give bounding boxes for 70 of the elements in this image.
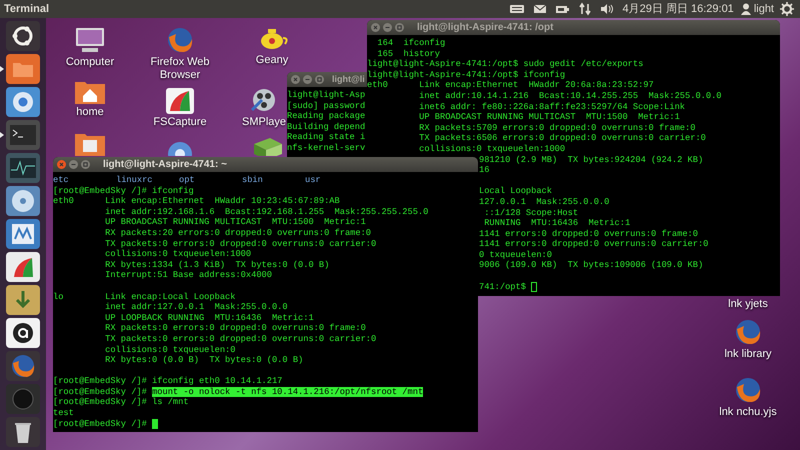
terminal-line: 165 history bbox=[376, 48, 440, 60]
icon-label[interactable]: FSCapture bbox=[153, 116, 207, 129]
file-name: etc bbox=[53, 175, 70, 186]
terminal-line: UP BROADCAST RUNNING MULTICAST MTU:1500 Metric:1 bbox=[104, 217, 366, 228]
terminal-line: [root@EmbedSky /]# ifconfig eth0 10.14.1.217 bbox=[53, 376, 282, 387]
terminal-line: 1141 errors:0 dropped:0 overruns:0 carrier:0 bbox=[479, 239, 708, 250]
terminal-line: [root@EmbedSky /]# ifconfig bbox=[53, 186, 194, 196]
clock-text[interactable]: 4月29日 周日 16:29:01 bbox=[622, 0, 734, 18]
terminal-line: collisions:0 txqueuelen:1000 bbox=[418, 144, 566, 155]
terminal-line: 0 txqueuelen:0 bbox=[479, 250, 552, 260]
file-name: sbin bbox=[242, 175, 264, 186]
terminal-line: TX packets:0 errors:0 dropped:0 overruns:0 carrier:0 bbox=[104, 238, 376, 250]
command-text: mount -o nolock -t nfs 10.14.1.216:/opt/nfsroot /mnt bbox=[152, 386, 424, 398]
terminal-line: light@light-Aspire-4741:/opt$ sudo gedit /etc/exports bbox=[367, 59, 644, 70]
file-name: linuxrc bbox=[116, 175, 154, 186]
terminal-line: 981210 (2.9 MB) TX bytes:924204 (924.2 KB) bbox=[479, 154, 704, 166]
icon-label[interactable]: Computer bbox=[66, 56, 114, 69]
terminal-line: ::1/128 Scope:Host bbox=[483, 208, 578, 218]
terminal-line: TX packets:6506 errors:0 dropped:0 overruns:0 carrier:0 bbox=[418, 133, 706, 144]
terminal-line: inet addr:10.14.1.216 Bcast:10.14.255.255 Mask:255.0.0.0 bbox=[418, 90, 722, 102]
terminal-line: [root@EmbedSky /]# ls /mnt bbox=[53, 397, 189, 408]
terminal-line: [root@EmbedSky /]# bbox=[53, 418, 148, 430]
terminal-line: UP BROADCAST RUNNING MULTICAST MTU:1500 Metric:1 bbox=[418, 112, 680, 123]
terminal-line: 127.0.0.1 Mask:255.0.0.0 bbox=[479, 196, 610, 208]
prompt-text: [root@EmbedSky /]# bbox=[53, 386, 148, 398]
terminal-line: light@light-Asp bbox=[287, 90, 366, 101]
terminal-line: collisions:0 txqueuelen:0 bbox=[104, 344, 236, 356]
terminal-line: RX packets:0 errors:0 dropped:0 overruns:0 frame:0 bbox=[104, 323, 366, 334]
terminal-line: eth0 Link encap:Ethernet HWaddr 10:23:45:67:89:AB bbox=[53, 196, 340, 207]
terminal-line: Reading package bbox=[287, 111, 366, 122]
file-name: opt bbox=[179, 175, 196, 186]
icon-label[interactable]: Geany bbox=[256, 54, 288, 67]
terminal-line: light@light-Aspire-4741:/opt$ ifconfig bbox=[367, 70, 566, 80]
user-name[interactable]: light bbox=[754, 0, 774, 18]
terminal-line: eth0 Link encap:Ethernet HWaddr 20:6a:8a:23:52:97 bbox=[367, 80, 654, 91]
icon-label[interactable]: SMPlaye bbox=[242, 116, 286, 129]
terminal-line: Local Loopback bbox=[479, 186, 552, 197]
terminal-line: Building depend bbox=[287, 122, 366, 132]
terminal-line: 9006 (109.0 KB) TX bytes:109006 (109.0 KB) bbox=[479, 260, 704, 272]
terminal-line: 741:/opt$ bbox=[479, 282, 527, 292]
terminal-line: RX bytes:1334 (1.3 KiB) TX bytes:0 (0.0 B) bbox=[104, 260, 330, 270]
terminal-line: RX bytes:0 (0.0 B) TX bytes:0 (0.0 B) bbox=[104, 355, 304, 366]
icon-label[interactable]: lnk library bbox=[724, 348, 772, 361]
window-title: light@light-Aspire-4741: ~ bbox=[103, 158, 227, 172]
terminal-line: Interrupt:51 Base address:0x4000 bbox=[104, 270, 272, 281]
terminal-line: inet addr:192.168.1.6 Bcast:192.168.1.255 Mask:255.255.255.0 bbox=[104, 206, 428, 218]
terminal-line: 16 bbox=[479, 165, 490, 176]
terminal-line: UP LOOPBACK RUNNING MTU:16436 Metric:1 bbox=[104, 312, 314, 324]
terminal-line: [sudo] password bbox=[287, 100, 366, 112]
icon-label[interactable]: home bbox=[76, 106, 104, 119]
icon-label[interactable]: Firefox Web Browser bbox=[144, 56, 216, 82]
window-title: light@light-Aspire-4741: /opt bbox=[417, 21, 554, 35]
window-title: light@li bbox=[332, 72, 365, 86]
terminal-line: inet addr:127.0.0.1 Mask:255.0.0.0 bbox=[104, 302, 288, 313]
terminal-line: test bbox=[53, 408, 74, 419]
terminal-line: 1141 errors:0 dropped:0 overruns:0 frame:0 bbox=[479, 228, 698, 240]
file-name: usr bbox=[305, 175, 322, 186]
terminal-line: Reading state i bbox=[287, 132, 366, 143]
app-title: Terminal bbox=[4, 2, 50, 17]
terminal-line: lo Link encap:Local Loopback bbox=[53, 292, 236, 302]
icon-label[interactable]: lnk yjets bbox=[728, 298, 768, 311]
terminal-line: RUNNING MTU:16436 Metric:1 bbox=[483, 218, 630, 229]
terminal-line: nfs-kernel-serv bbox=[287, 142, 366, 154]
terminal-line: TX packets:0 errors:0 dropped:0 overruns:0 carrier:0 bbox=[104, 334, 376, 344]
terminal-line: 164 ifconfig bbox=[376, 38, 446, 49]
terminal-line: RX packets:5709 errors:0 dropped:0 overruns:0 frame:0 bbox=[418, 122, 696, 134]
icon-label[interactable]: lnk nchu.yjs bbox=[719, 406, 777, 419]
terminal-line: RX packets:20 errors:0 dropped:0 overruns:0 frame:0 bbox=[104, 228, 372, 239]
terminal-line: collisions:0 txqueuelen:1000 bbox=[104, 249, 252, 260]
terminal-line: inet6 addr: fe80::226a:8aff:fe23:5297/64 Scope:Link bbox=[418, 102, 686, 112]
